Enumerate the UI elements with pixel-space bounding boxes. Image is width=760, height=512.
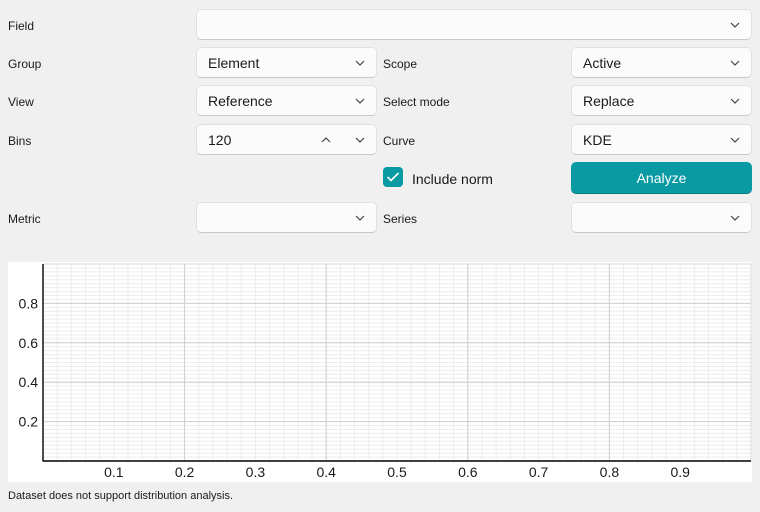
view-label: View: [8, 95, 34, 109]
scope-combobox[interactable]: Active: [571, 47, 752, 78]
scope-label: Scope: [383, 57, 418, 71]
y-tick-label: 0.2: [19, 414, 39, 430]
distribution-plot[interactable]: 0.1 0.2 0.3 0.4 0.5 0.6 0.7 0.8 0.9 0.2 0.4 0.6 0.8: [8, 262, 752, 482]
chevron-down-icon: [730, 137, 740, 143]
group-label: Group: [8, 57, 42, 71]
chevron-down-icon: [730, 22, 740, 28]
select-mode-label: Select mode: [383, 95, 450, 109]
select-mode-combobox[interactable]: Replace: [571, 85, 752, 116]
chevron-down-icon: [730, 215, 740, 221]
series-label: Series: [383, 212, 418, 226]
analyze-button[interactable]: Analyze: [571, 162, 752, 194]
bins-spinbox[interactable]: 120: [196, 124, 377, 155]
x-tick-label: 0.9: [670, 464, 690, 480]
field-combobox[interactable]: [196, 9, 752, 40]
bins-label: Bins: [8, 134, 32, 148]
x-tick-label: 0.1: [104, 464, 124, 480]
series-combobox[interactable]: [571, 202, 752, 233]
chevron-down-icon: [730, 60, 740, 66]
y-tick-label: 0.8: [19, 295, 39, 311]
x-tick-label: 0.6: [458, 464, 478, 480]
group-value: Element: [208, 54, 260, 71]
curve-combobox[interactable]: KDE: [571, 124, 752, 155]
x-tick-label: 0.5: [387, 464, 407, 480]
view-combobox[interactable]: Reference: [196, 85, 377, 116]
status-message: Dataset does not support distribution an…: [8, 490, 234, 502]
x-tick-label: 0.2: [175, 464, 195, 480]
checkmark-icon: [386, 172, 400, 182]
metric-combobox[interactable]: [196, 202, 377, 233]
chevron-down-icon: [355, 98, 365, 104]
chevron-down-icon: [730, 98, 740, 104]
y-tick-label: 0.6: [19, 335, 39, 351]
select-mode-value: Replace: [583, 92, 635, 109]
chevron-down-icon: [355, 215, 365, 221]
curve-value: KDE: [583, 131, 612, 148]
bins-value: 120: [208, 131, 232, 148]
include-norm-label[interactable]: Include norm: [412, 171, 493, 187]
x-tick-label: 0.3: [246, 464, 266, 480]
x-tick-label: 0.8: [600, 464, 620, 480]
chevron-down-icon[interactable]: [354, 134, 366, 146]
x-tick-label: 0.7: [529, 464, 549, 480]
include-norm-checkbox[interactable]: [383, 167, 403, 187]
view-value: Reference: [208, 92, 273, 109]
x-tick-label: 0.4: [316, 464, 336, 480]
y-tick-label: 0.4: [19, 374, 39, 390]
curve-label: Curve: [383, 134, 416, 148]
group-combobox[interactable]: Element: [196, 47, 377, 78]
scope-value: Active: [583, 54, 622, 71]
chevron-down-icon: [355, 60, 365, 66]
chevron-up-icon[interactable]: [320, 134, 332, 146]
metric-label: Metric: [8, 212, 41, 226]
field-label: Field: [8, 19, 35, 33]
